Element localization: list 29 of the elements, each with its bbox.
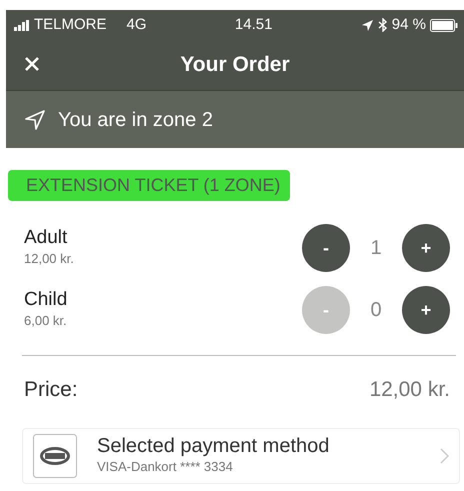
chevron-right-icon [440,448,449,464]
plus-button[interactable]: + [402,286,450,334]
payment-title: Selected payment method [97,435,330,458]
battery-percent: 94 % [392,14,426,35]
network-type: 4G [126,14,147,35]
location-arrow-icon [24,108,46,130]
header-title: Your Order [180,52,290,78]
battery-icon [430,18,458,32]
plus-button[interactable]: + [402,224,450,272]
location-arrow-icon [360,18,374,32]
close-icon[interactable] [24,56,40,72]
quantity: 1 [369,236,383,261]
payment-method-row[interactable]: Selected payment method VISA-Dankort **** 3334 [22,428,460,484]
zone-text: You are in zone 2 [58,108,213,132]
signal-icon [14,20,30,30]
ticket-price: 12,00 kr. [24,250,75,268]
ticket-price: 6,00 kr. [24,312,68,330]
quantity: 0 [369,298,383,323]
price-label: Price: [24,377,78,403]
carrier-name: TELMORE [34,14,107,35]
bluetooth-icon [378,18,388,32]
card-number: VISA-Dankort **** 3334 [97,458,234,476]
section-title: EXTENSION TICKET (1 ZONE) [8,170,290,201]
status-time: 14.51 [234,14,274,35]
card-logo-icon [33,434,77,478]
ticket-name: Child [24,290,68,311]
ticket-name: Adult [24,228,68,249]
minus-button[interactable]: - [302,224,350,272]
price-value: 12,00 kr. [369,377,450,403]
